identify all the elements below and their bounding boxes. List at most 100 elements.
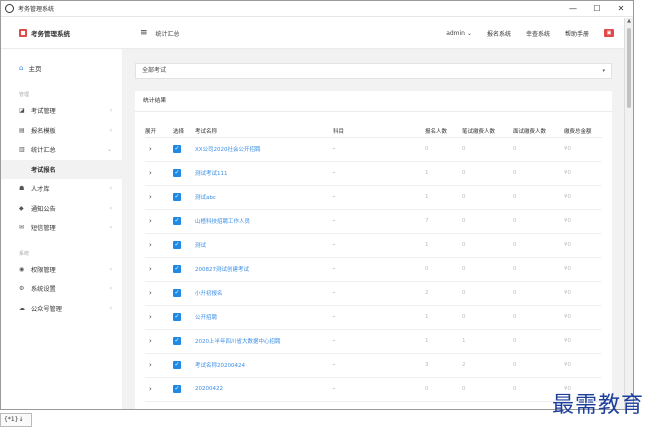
exam-name-link[interactable]: 200827测试创建考试: [195, 257, 333, 282]
row-checkbox[interactable]: ✓: [173, 281, 195, 306]
chevron-down-icon: ⌄: [106, 146, 112, 154]
row-checkbox[interactable]: ✓: [173, 377, 195, 402]
written-paid-cell: 2: [462, 353, 513, 378]
sidebar-item-permissions[interactable]: ◉ 权限管理 ‹: [1, 260, 122, 280]
table-row[interactable]: › ✓ 测试abc -1 0 0 ¥0: [145, 185, 602, 210]
interview-paid-cell: 0: [513, 281, 564, 306]
exam-name-link[interactable]: XX公司2020社会公开招聘: [195, 137, 333, 162]
expand-icon[interactable]: ›: [145, 281, 173, 306]
tab-stats-result[interactable]: 统计结果: [135, 91, 175, 111]
exam-name-link[interactable]: 考试名称20200424: [195, 353, 333, 378]
row-checkbox[interactable]: ✓: [173, 137, 195, 162]
exam-name-link[interactable]: 公开招聘: [195, 305, 333, 330]
scroll-up-icon[interactable]: ▲: [625, 18, 633, 24]
row-checkbox[interactable]: ✓: [173, 161, 195, 186]
row-checkbox[interactable]: ✓: [173, 209, 195, 234]
nav-link-query[interactable]: 幸查系统: [526, 29, 550, 38]
sidebar-item-label: 权限管理: [31, 266, 56, 274]
checkbox-checked-icon[interactable]: ✓: [173, 145, 181, 153]
signup-count-cell: 1: [425, 305, 462, 330]
brand-name: 考务管理系统: [31, 30, 70, 38]
user-menu[interactable]: admin ⌄: [446, 30, 472, 37]
sidebar-item-exam-management[interactable]: ◪ 考试管理 ‹: [1, 101, 122, 121]
sidebar-subitem-exam-signup[interactable]: 考试报名: [1, 159, 122, 179]
checkbox-checked-icon[interactable]: ✓: [173, 337, 181, 345]
sidebar-item-talent-pool[interactable]: ☗ 人才库 ‹: [1, 179, 122, 199]
sidebar-item-notices[interactable]: ◆ 通知公告 ‹: [1, 199, 122, 219]
checkbox-checked-icon[interactable]: ✓: [173, 265, 181, 273]
table-row[interactable]: › ✓ 小升初报名 -2 0 0 ¥0: [145, 281, 602, 306]
col-written-paid: 笔试缴费人数: [462, 125, 513, 138]
table-row[interactable]: › ✓ 考试名称20200424-3 2 0 ¥0: [145, 353, 602, 378]
row-checkbox[interactable]: ✓: [173, 329, 195, 354]
row-checkbox[interactable]: ✓: [173, 257, 195, 282]
table-row[interactable]: › ✓ 20200422-0 0 0 ¥0: [145, 377, 602, 402]
scroll-thumb[interactable]: [627, 28, 631, 108]
total-amount-cell: ¥0: [564, 137, 602, 162]
brand[interactable]: 考务管理系统: [1, 28, 123, 38]
exam-filter-select[interactable]: 全部考试 ▾: [135, 63, 612, 79]
expand-icon[interactable]: ›: [145, 137, 173, 162]
total-amount-cell: ¥0: [564, 185, 602, 210]
expand-icon[interactable]: ›: [145, 233, 173, 258]
expand-icon[interactable]: ›: [145, 329, 173, 354]
expand-icon[interactable]: ›: [145, 353, 173, 378]
checkbox-checked-icon[interactable]: ✓: [173, 193, 181, 201]
row-checkbox[interactable]: ✓: [173, 305, 195, 330]
sidebar-item-system-settings[interactable]: ⚙ 系统设置 ‹: [1, 279, 122, 299]
exam-name-link[interactable]: 小升初报名: [195, 281, 333, 306]
checkbox-checked-icon[interactable]: ✓: [173, 217, 181, 225]
chevron-down-icon: ⌄: [466, 29, 472, 37]
exam-name-link[interactable]: 山楂科技招聘工作人员: [195, 209, 333, 234]
checkbox-checked-icon[interactable]: ✓: [173, 361, 181, 369]
chevron-left-icon: ‹: [109, 107, 112, 115]
maximize-button[interactable]: ☐: [585, 1, 609, 17]
expand-icon[interactable]: ›: [145, 209, 173, 234]
notification-icon[interactable]: ▣: [604, 29, 614, 37]
expand-icon[interactable]: ›: [145, 377, 173, 402]
signup-count-cell: 3: [425, 353, 462, 378]
vertical-scrollbar[interactable]: ▲: [624, 18, 633, 409]
sidebar-item-label: 主页: [28, 65, 42, 73]
checkbox-checked-icon[interactable]: ✓: [173, 313, 181, 321]
signup-count-cell: 0: [425, 377, 462, 402]
menu-toggle-icon[interactable]: ≡: [140, 28, 148, 38]
signup-count-cell: 1: [425, 185, 462, 210]
exam-name-link[interactable]: 测试: [195, 233, 333, 258]
taskbar-button[interactable]: {*1}↓: [0, 413, 32, 427]
close-button[interactable]: ✕: [609, 1, 633, 17]
nav-link-signup[interactable]: 报名系统: [487, 29, 511, 38]
nav-link-help[interactable]: 帮助手册: [565, 29, 589, 38]
exam-name-link[interactable]: 2020上半年四川省大数据中心招聘: [195, 329, 333, 354]
checkbox-checked-icon[interactable]: ✓: [173, 289, 181, 297]
table-row[interactable]: › ✓ 公开招聘 -1 0 0 ¥0: [145, 305, 602, 330]
expand-icon[interactable]: ›: [145, 185, 173, 210]
row-checkbox[interactable]: ✓: [173, 233, 195, 258]
exam-name-link[interactable]: 测试abc: [195, 185, 333, 210]
sidebar-item-signup-template[interactable]: ▤ 报名模板 ‹: [1, 121, 122, 141]
total-amount-cell: ¥0: [564, 161, 602, 186]
row-checkbox[interactable]: ✓: [173, 353, 195, 378]
expand-icon[interactable]: ›: [145, 257, 173, 282]
minimize-button[interactable]: —: [561, 1, 585, 17]
table-row[interactable]: › ✓ 山楂科技招聘工作人员 -7 0 0 ¥0: [145, 209, 602, 234]
row-checkbox[interactable]: ✓: [173, 185, 195, 210]
sidebar-item-sms[interactable]: ✉ 短信管理 ‹: [1, 218, 122, 238]
table-row[interactable]: › ✓ 2020上半年四川省大数据中心招聘 -1 1 0 ¥0: [145, 329, 602, 354]
table-header-row: 展开 选择 考试名称 科目 报名人数 笔试缴费人数 面试缴费人数 缴费总金额: [145, 125, 602, 138]
exam-name-link[interactable]: 测试考试111: [195, 161, 333, 186]
sidebar-item-statistics[interactable]: ▥ 统计汇总 ⌄: [1, 140, 122, 160]
exam-name-link[interactable]: 20200422: [195, 377, 333, 402]
checkbox-checked-icon[interactable]: ✓: [173, 241, 181, 249]
checkbox-checked-icon[interactable]: ✓: [173, 385, 181, 393]
table-row[interactable]: › ✓ 200827测试创建考试 -0 0 0 ¥0: [145, 257, 602, 282]
table-row[interactable]: › ✓ 测试 -1 0 0 ¥0: [145, 233, 602, 258]
sidebar-item-home[interactable]: ⌂ 主页: [1, 57, 122, 79]
table-row[interactable]: › ✓ XX公司2020社会公开招聘 -0 0 0 ¥0: [145, 137, 602, 162]
table-row[interactable]: › ✓ 测试考试111-1 0 0 ¥0: [145, 161, 602, 186]
sidebar-item-official-account[interactable]: ☁ 公众号管理 ‹: [1, 299, 122, 319]
expand-icon[interactable]: ›: [145, 305, 173, 330]
expand-icon[interactable]: ›: [145, 161, 173, 186]
checkbox-checked-icon[interactable]: ✓: [173, 169, 181, 177]
total-amount-cell: ¥0: [564, 233, 602, 258]
